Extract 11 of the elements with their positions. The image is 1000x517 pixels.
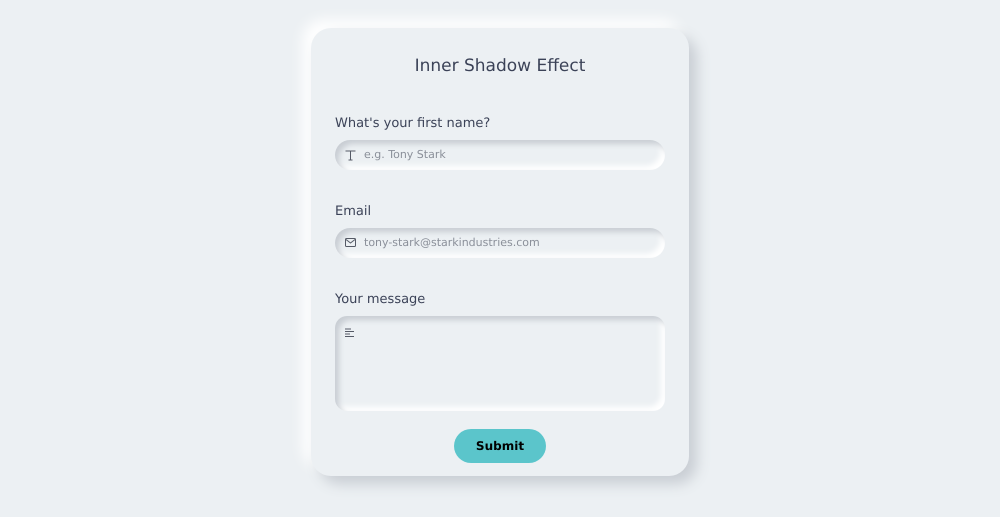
envelope-icon <box>345 238 356 246</box>
field-label: What's your first name? <box>335 116 492 132</box>
email-field[interactable]: tony-stark@starkindustries.com <box>335 228 665 258</box>
submit-button[interactable]: Submit <box>454 428 546 462</box>
text-icon <box>345 150 356 160</box>
text-align-icon <box>345 328 355 336</box>
field-label: Email <box>335 204 372 220</box>
field-label: Your message <box>335 292 426 308</box>
name-field[interactable]: e.g. Tony Stark <box>335 140 665 170</box>
form-title: Inner Shadow Effect <box>414 55 586 78</box>
message-field[interactable] <box>335 316 665 410</box>
